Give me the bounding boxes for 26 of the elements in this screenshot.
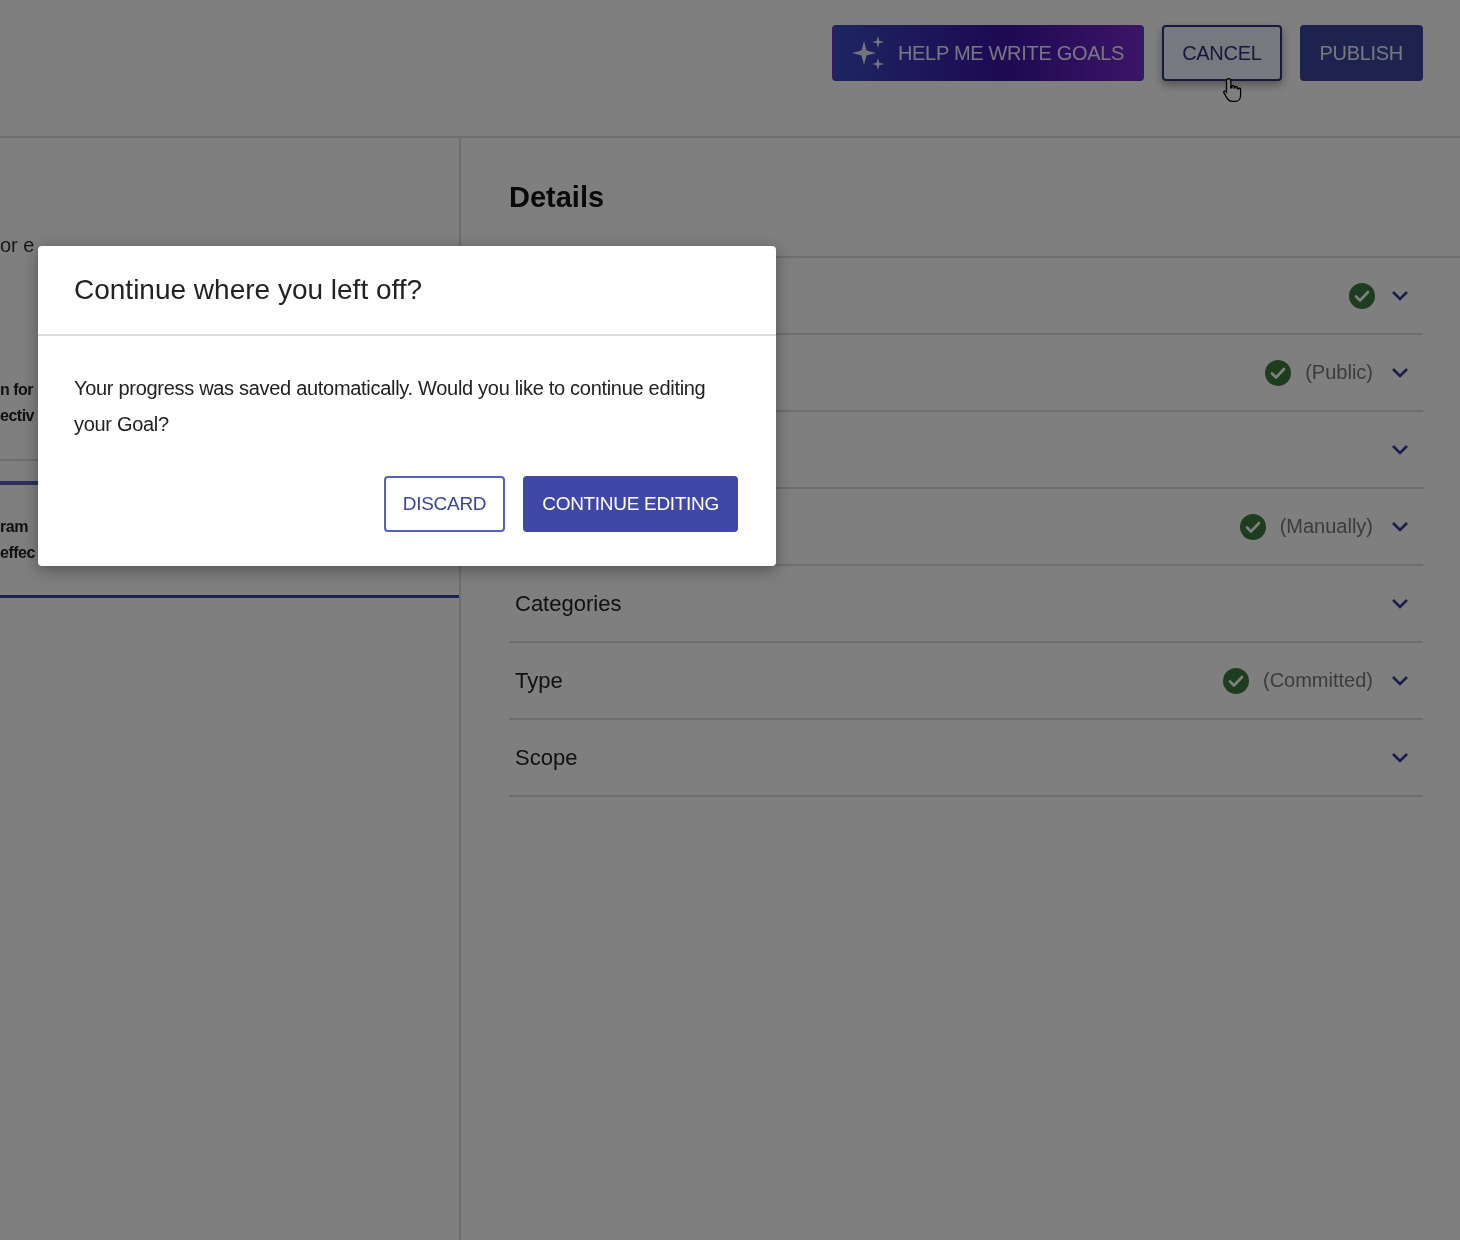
chevron-down-icon xyxy=(1391,597,1409,610)
dialog-button[interactable]: CONTINUE EDITING xyxy=(523,476,738,532)
header-button[interactable]: HELP ME WRITE GOALS xyxy=(831,25,1145,81)
goal-text: ectiv xyxy=(0,406,34,425)
goal-text: n for xyxy=(0,380,34,399)
chevron-down-icon xyxy=(1391,289,1409,302)
chevron-down-icon xyxy=(1391,751,1409,764)
section-value: (Public) xyxy=(1305,361,1373,384)
chevron-down-icon xyxy=(1391,366,1409,379)
header-button[interactable]: PUBLISH xyxy=(1299,25,1423,81)
section-title: Type xyxy=(515,667,563,694)
section-title: Scope xyxy=(515,744,578,771)
goal-text: effec xyxy=(0,544,35,562)
details-heading: Details xyxy=(509,180,605,214)
chevron-down-icon xyxy=(1391,520,1409,533)
chevron-down-icon xyxy=(1391,443,1409,456)
section-value: (Manually) xyxy=(1279,515,1373,538)
accordion-row[interactable]: Scope xyxy=(509,720,1423,797)
dialog-button[interactable]: DISCARD xyxy=(383,476,506,532)
accordion-row[interactable]: Type (Committed) xyxy=(509,643,1423,720)
section-title: Categories xyxy=(515,590,622,617)
dialog-title: Continue where you left off? xyxy=(74,274,423,306)
instruction-text: or e xyxy=(0,234,35,257)
chevron-down-icon xyxy=(1391,674,1409,687)
goal-text: ram xyxy=(0,518,28,536)
section-value: (Committed) xyxy=(1263,669,1373,692)
